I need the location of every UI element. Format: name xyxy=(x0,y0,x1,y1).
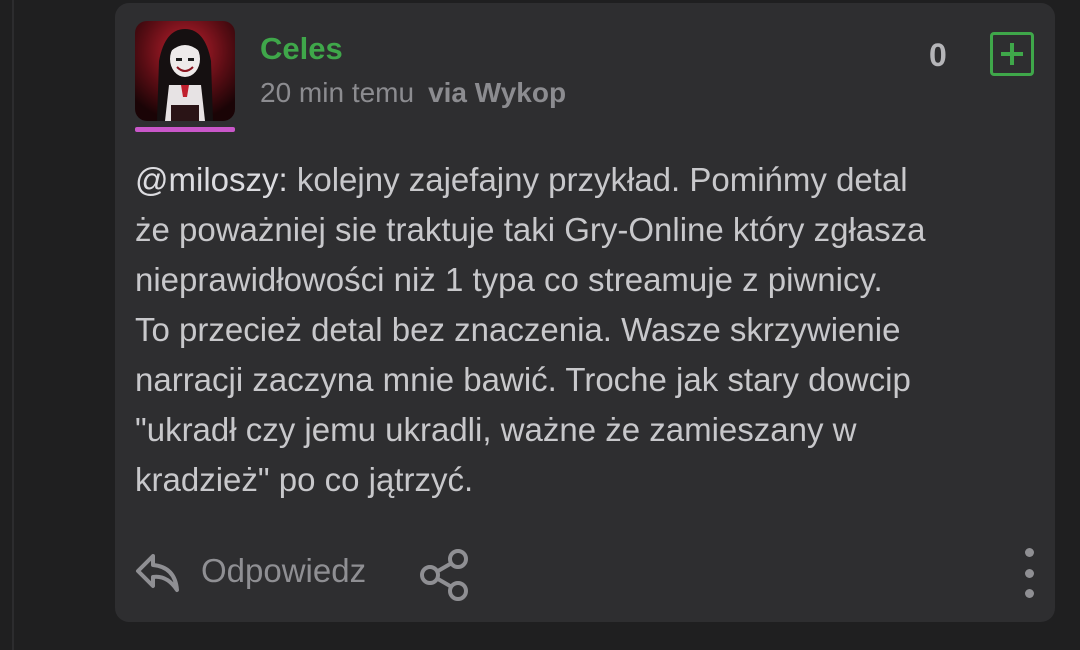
upvote-button[interactable] xyxy=(990,32,1034,76)
thread-line xyxy=(12,0,14,650)
more-dot xyxy=(1024,568,1034,578)
avatar[interactable] xyxy=(135,21,235,121)
avatar-image xyxy=(135,21,235,121)
mention-link[interactable]: @miloszy: xyxy=(135,161,288,198)
comment-body: @miloszy: kolejny zajefajny przykład. Po… xyxy=(135,155,1035,505)
more-dot xyxy=(1024,589,1034,598)
comment-meta: 20 min temu via Wykop xyxy=(260,77,566,109)
more-vertical-icon[interactable] xyxy=(1017,548,1041,598)
source-label: via Wykop xyxy=(428,77,567,108)
username[interactable]: Celes xyxy=(260,31,343,67)
reply-icon[interactable] xyxy=(133,546,183,596)
comment-card: Celes 20 min temu via Wykop 0 @miloszy: k… xyxy=(115,3,1055,622)
plus-icon xyxy=(1001,43,1023,65)
comment-text: kolejny zajefajny przykład. Pomińmy deta… xyxy=(135,161,926,498)
share-icon[interactable] xyxy=(415,545,475,605)
reply-button[interactable]: Odpowiedz xyxy=(201,552,366,590)
vote-count: 0 xyxy=(929,37,947,73)
more-dot xyxy=(1024,548,1034,557)
avatar-status-bar xyxy=(135,127,235,132)
timestamp: 20 min temu xyxy=(260,77,415,108)
